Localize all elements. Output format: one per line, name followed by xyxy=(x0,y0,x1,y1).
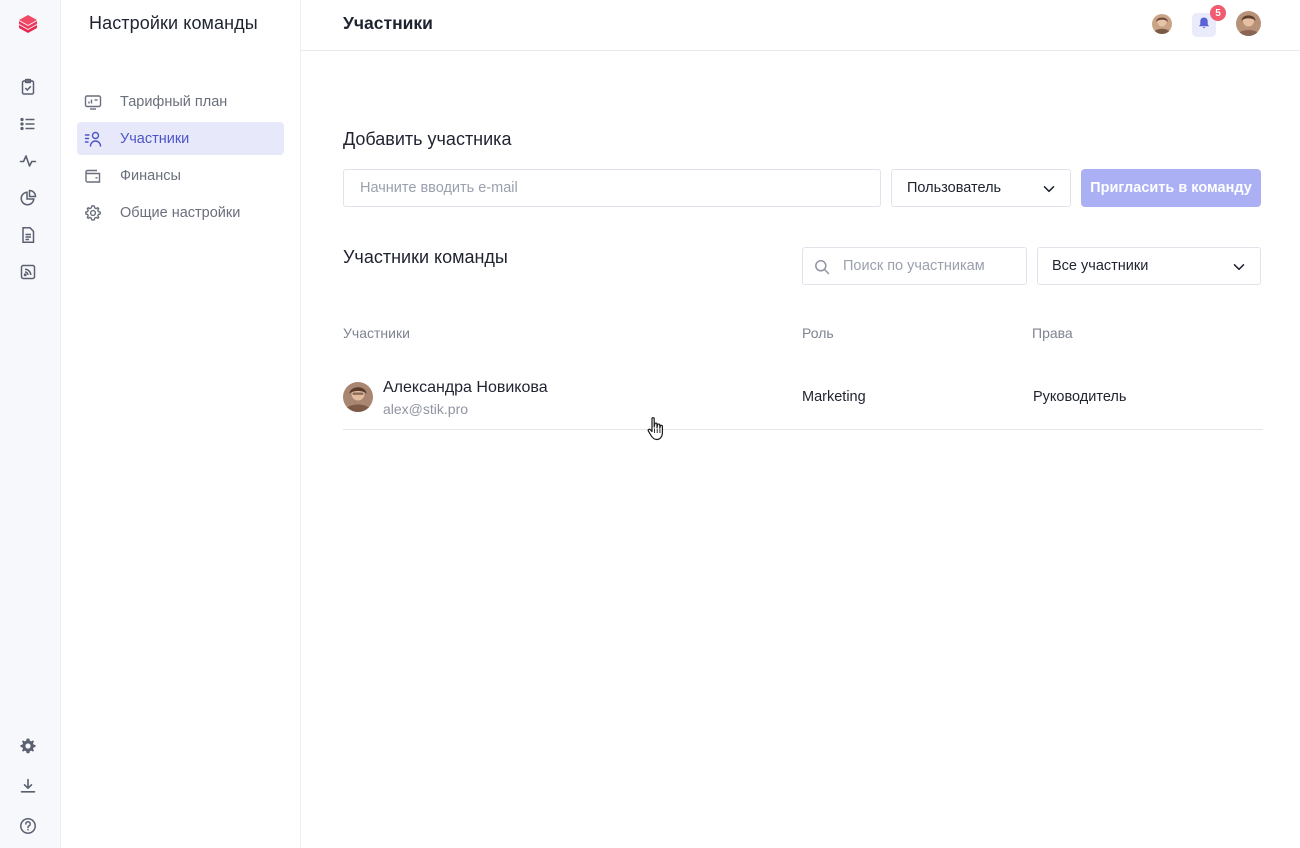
icon-rail xyxy=(0,0,61,848)
user-avatar[interactable] xyxy=(1236,11,1261,36)
sidebar-title: Настройки команды xyxy=(89,13,258,33)
document-icon[interactable] xyxy=(17,224,39,246)
sidebar-item-label: Тарифный план xyxy=(120,93,228,110)
role-select[interactable]: Пользователь xyxy=(891,169,1071,207)
search-input-placeholder: Поиск по участникам xyxy=(843,258,985,274)
gear-icon[interactable] xyxy=(17,735,39,757)
pie-chart-icon[interactable] xyxy=(17,187,39,209)
team-members-title: Участники команды xyxy=(343,247,508,267)
email-input[interactable]: Начните вводить e-mail xyxy=(343,169,881,207)
member-avatar xyxy=(343,382,373,412)
column-header-members: Участники xyxy=(343,325,410,341)
members-filter-select[interactable]: Все участники xyxy=(1037,247,1261,285)
sidebar-item-label: Финансы xyxy=(120,167,181,184)
notifications-count-badge: 5 xyxy=(1210,5,1226,21)
column-header-rights: Права xyxy=(1032,325,1073,341)
sidebar-item-finance[interactable]: Финансы xyxy=(77,159,284,192)
add-member-title: Добавить участника xyxy=(343,129,512,149)
rss-icon[interactable] xyxy=(17,261,39,283)
top-bar: Участники 5 xyxy=(301,0,1300,51)
role-select-value: Пользователь xyxy=(907,180,1002,196)
stik-logo-icon[interactable] xyxy=(15,12,41,38)
activity-icon[interactable] xyxy=(17,150,39,172)
tariff-icon xyxy=(84,93,102,111)
email-input-placeholder: Начните вводить e-mail xyxy=(360,180,518,196)
help-icon[interactable] xyxy=(17,815,39,837)
member-role: Marketing xyxy=(802,389,866,405)
search-input[interactable]: Поиск по участникам xyxy=(802,247,1027,285)
search-icon xyxy=(814,259,830,280)
row-divider xyxy=(343,429,1263,430)
gear-icon xyxy=(84,204,102,222)
bell-icon xyxy=(1197,16,1211,35)
wallet-icon xyxy=(84,167,102,185)
invite-button[interactable]: Пригласить в команду xyxy=(1081,169,1261,207)
chevron-down-icon xyxy=(1042,182,1056,201)
sidebar-item-users[interactable]: Участники xyxy=(77,122,284,155)
member-rights[interactable]: Руководитель xyxy=(1033,389,1126,405)
users-icon xyxy=(84,130,102,148)
clipboard-check-icon[interactable] xyxy=(17,76,39,98)
page-title: Участники xyxy=(343,13,433,33)
hand-cursor-icon xyxy=(646,416,666,447)
members-filter-value: Все участники xyxy=(1052,258,1149,274)
sidebar-item-tariff[interactable]: Тарифный план xyxy=(77,85,284,118)
member-name: Александра Новикова xyxy=(383,379,548,396)
chevron-down-icon xyxy=(1232,260,1246,279)
sidebar-item-general-settings[interactable]: Общие настройки xyxy=(77,196,284,229)
sidebar-item-label: Участники xyxy=(120,130,190,147)
list-icon[interactable] xyxy=(17,113,39,135)
download-icon[interactable] xyxy=(17,775,39,797)
settings-sidebar: Настройки команды Тарифный план Участник… xyxy=(61,0,301,848)
sidebar-item-label: Общие настройки xyxy=(120,204,241,221)
workspace-avatar[interactable] xyxy=(1152,14,1172,34)
column-header-role: Роль xyxy=(802,325,834,341)
member-email: alex@stik.pro xyxy=(383,401,469,417)
